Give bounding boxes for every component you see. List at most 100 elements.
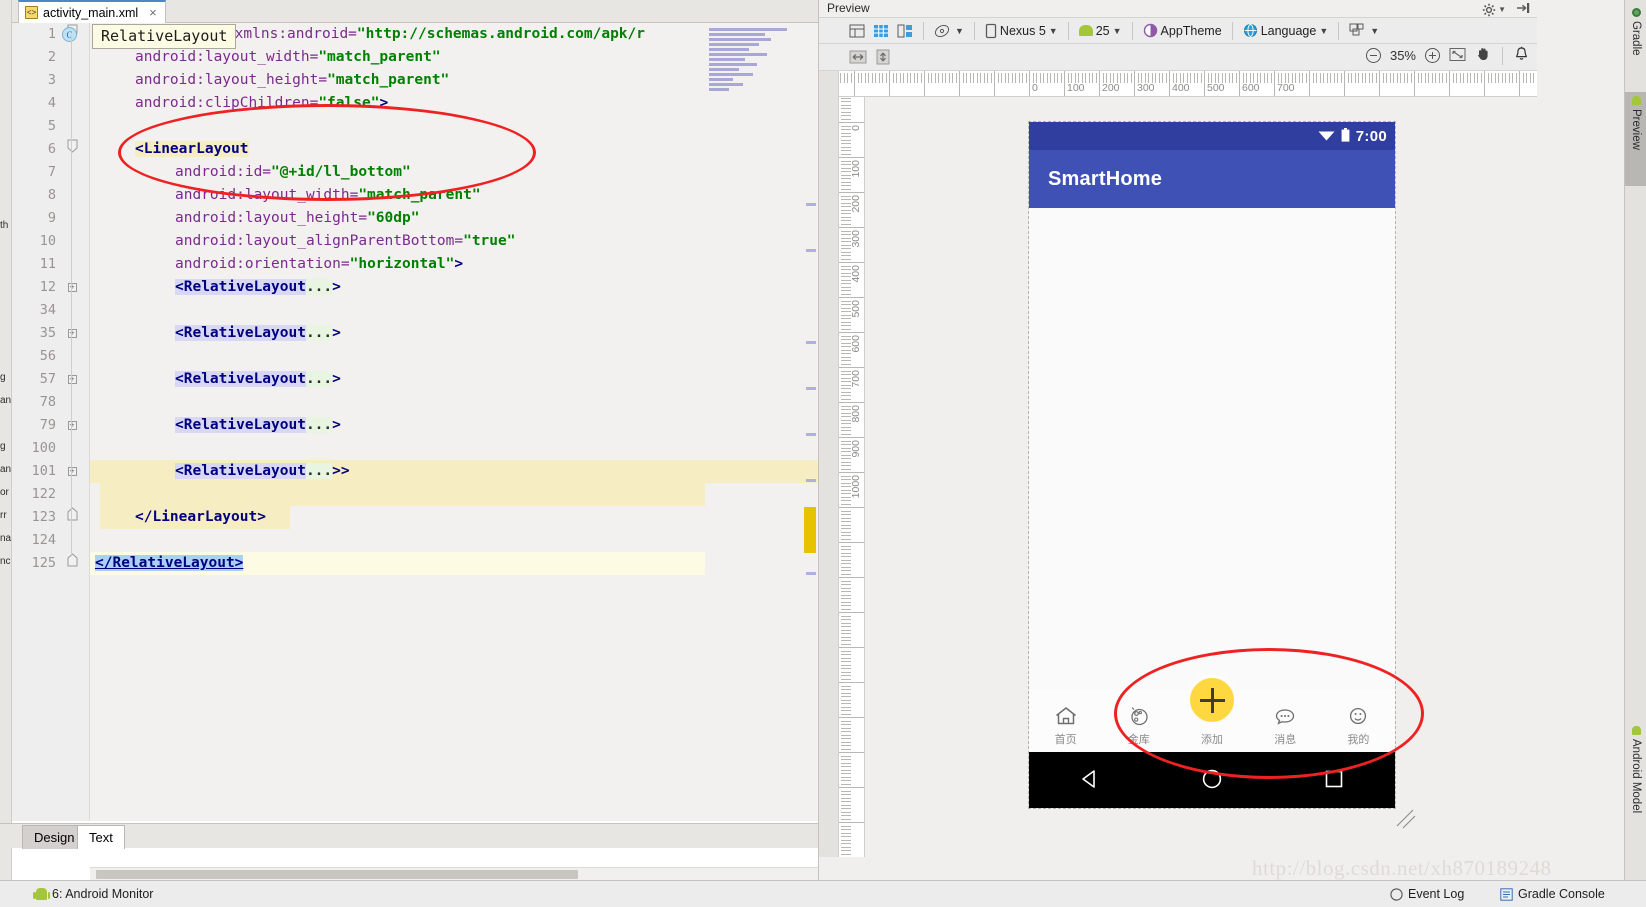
fit-height-icon[interactable] bbox=[871, 46, 895, 68]
code-fold-toggle[interactable] bbox=[66, 506, 78, 529]
code-token: "match_parent" bbox=[318, 49, 441, 65]
blueprint-grid-icon[interactable] bbox=[869, 20, 893, 42]
close-icon[interactable]: × bbox=[149, 6, 157, 19]
editor-horizontal-scrollbar[interactable] bbox=[90, 867, 818, 880]
zoom-to-fit-icon[interactable] bbox=[1449, 47, 1466, 65]
code-fold-ellipsis[interactable]: ... bbox=[305, 463, 333, 479]
ruler-tick bbox=[983, 73, 985, 83]
bell-icon[interactable] bbox=[1514, 46, 1529, 65]
ruler-tick bbox=[868, 73, 869, 83]
nav-item-message[interactable]: 消息 bbox=[1249, 704, 1322, 752]
split-view-icon[interactable] bbox=[893, 20, 917, 42]
ruler-tick bbox=[841, 850, 851, 851]
ruler-tick bbox=[1449, 71, 1450, 96]
tab-text[interactable]: Text bbox=[77, 825, 125, 849]
api-level-selector[interactable]: 25 ▼ bbox=[1075, 20, 1126, 42]
ruler-tick bbox=[913, 73, 915, 83]
line-number: 122 bbox=[31, 486, 56, 502]
code-fold-ellipsis[interactable]: ... bbox=[305, 371, 333, 387]
ruler-tick bbox=[1403, 73, 1405, 83]
code-fold-toggle[interactable]: + bbox=[66, 322, 78, 345]
ruler-tick bbox=[1197, 73, 1198, 83]
nav-item-vault[interactable]: 金库 bbox=[1102, 704, 1175, 752]
code-fold-toggle[interactable]: + bbox=[66, 276, 78, 299]
ruler-tick bbox=[1053, 73, 1055, 83]
tool-button-android-model[interactable]: Android Model bbox=[1625, 722, 1646, 872]
theme-contrast-icon bbox=[1143, 23, 1157, 38]
layout-variants-button[interactable]: ▼ bbox=[1345, 20, 1383, 42]
ruler-tick bbox=[1158, 73, 1160, 83]
scrollbar-thumb[interactable] bbox=[96, 870, 578, 879]
ruler-tick bbox=[841, 580, 851, 582]
device-selector[interactable]: Nexus 5 ▼ bbox=[981, 20, 1062, 42]
hide-panel-icon[interactable] bbox=[1516, 1, 1530, 18]
layout-table-icon[interactable] bbox=[845, 20, 869, 42]
app-title: SmartHome bbox=[1048, 167, 1163, 190]
ruler-label: 300 bbox=[1137, 82, 1155, 94]
tool-button-preview[interactable]: Preview bbox=[1625, 92, 1646, 186]
code-fold-toggle[interactable]: + bbox=[66, 414, 78, 437]
ruler-tick bbox=[841, 829, 851, 830]
ruler-tick bbox=[841, 836, 851, 837]
ruler-tick bbox=[1501, 73, 1503, 83]
ruler-tick bbox=[1421, 73, 1422, 83]
status-android-monitor[interactable]: 6: Android Monitor bbox=[33, 887, 153, 901]
code-token: "false" bbox=[318, 95, 380, 111]
status-event-log[interactable]: Event Log bbox=[1390, 887, 1464, 901]
code-line-79: <RelativeLayout...> bbox=[175, 414, 818, 437]
status-gradle-console[interactable]: Gradle Console bbox=[1500, 887, 1605, 901]
ruler-tick bbox=[841, 815, 851, 816]
device-preview[interactable]: 7:00 SmartHome 首页 金库 添加 消息 我的 bbox=[1028, 121, 1396, 809]
editor-tab-activity-main-xml[interactable]: <> activity_main.xml × bbox=[18, 0, 166, 23]
back-triangle-icon[interactable] bbox=[1078, 767, 1102, 794]
canvas-resize-handle[interactable] bbox=[1395, 808, 1417, 830]
design-canvas[interactable]: 7:00 SmartHome 首页 金库 添加 消息 我的 bbox=[865, 97, 1537, 857]
code-line-10: android:layout_alignParentBottom="true" bbox=[175, 230, 818, 253]
ruler-label: 800 bbox=[850, 405, 862, 423]
ruler-tick bbox=[841, 773, 851, 774]
zoom-in-icon[interactable] bbox=[1425, 48, 1440, 63]
code-fold-ellipsis[interactable]: ... bbox=[305, 325, 333, 341]
code-token: > bbox=[454, 256, 464, 272]
globe-icon bbox=[1243, 24, 1257, 37]
zoom-out-icon[interactable] bbox=[1365, 48, 1381, 63]
ruler-tick bbox=[841, 808, 851, 809]
code-fold-toggle[interactable] bbox=[66, 138, 78, 161]
code-token: android:id= bbox=[175, 164, 272, 180]
ruler-tick bbox=[1358, 73, 1359, 83]
ruler-tick bbox=[841, 727, 851, 729]
home-circle-icon[interactable] bbox=[1200, 767, 1224, 794]
ruler-label: 300 bbox=[850, 230, 862, 248]
code-fold-toggle[interactable] bbox=[66, 552, 78, 575]
recents-square-icon[interactable] bbox=[1322, 767, 1346, 794]
nav-item-home[interactable]: 首页 bbox=[1029, 704, 1102, 752]
ruler-label: 700 bbox=[850, 370, 862, 388]
nav-item-add[interactable]: 添加 bbox=[1175, 674, 1248, 752]
code-lines: <RelativeLayout xmlns:android="http://sc… bbox=[90, 23, 818, 821]
intention-bulb-icon[interactable]: C bbox=[62, 27, 77, 42]
ruler-tick bbox=[1375, 73, 1377, 83]
plus-fab-icon[interactable] bbox=[1186, 674, 1238, 726]
nav-item-profile[interactable]: 我的 bbox=[1322, 704, 1395, 752]
ruler-tick bbox=[1494, 73, 1496, 83]
ruler-tick bbox=[882, 73, 883, 83]
ruler-tick bbox=[841, 755, 851, 757]
fit-width-icon[interactable] bbox=[845, 46, 871, 68]
ruler-tick bbox=[1512, 73, 1513, 83]
ruler-tick bbox=[1333, 73, 1335, 83]
language-selector[interactable]: Language ▼ bbox=[1239, 20, 1333, 42]
tool-button-gradle[interactable]: Gradle bbox=[1625, 4, 1646, 90]
orientation-rotate-button[interactable]: ▼ bbox=[930, 20, 968, 42]
ruler-tick bbox=[841, 825, 851, 827]
ruler-tick bbox=[841, 668, 851, 669]
code-fold-toggle[interactable]: + bbox=[66, 460, 78, 483]
ruler-tick bbox=[1487, 73, 1489, 83]
ruler-tick bbox=[841, 461, 851, 463]
theme-selector[interactable]: AppTheme bbox=[1139, 20, 1226, 42]
pan-hand-icon[interactable] bbox=[1475, 46, 1491, 65]
code-fold-ellipsis[interactable]: ... bbox=[305, 417, 333, 433]
gear-icon[interactable]: ▼ bbox=[1482, 3, 1506, 17]
ruler-tick bbox=[841, 748, 851, 750]
code-fold-ellipsis[interactable]: ... bbox=[305, 279, 333, 295]
code-fold-toggle[interactable]: + bbox=[66, 368, 78, 391]
